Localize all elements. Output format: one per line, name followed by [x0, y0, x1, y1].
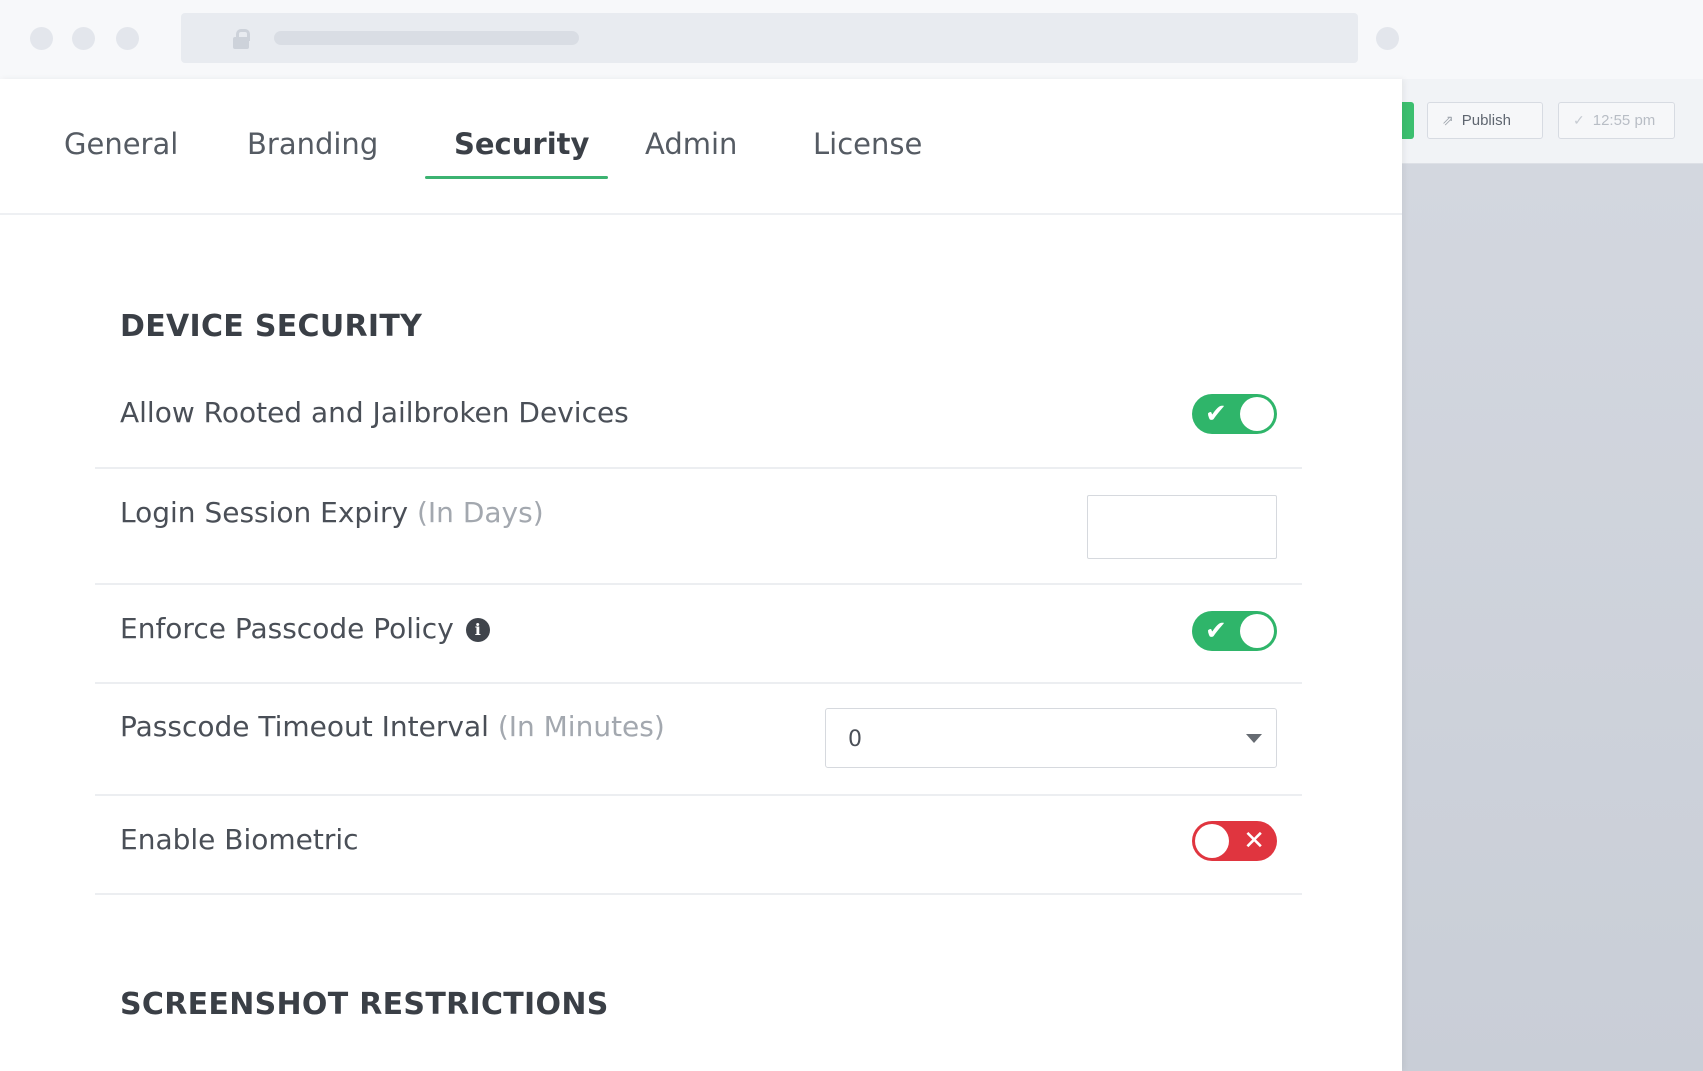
window-maximize-dot[interactable]	[116, 27, 139, 50]
passcode-timeout-select[interactable]: 0	[825, 708, 1277, 768]
info-icon[interactable]: i	[465, 618, 490, 642]
publish-button[interactable]: ⇗ Publish	[1427, 102, 1543, 139]
tab-bar: General Branding Security Admin License	[0, 79, 1402, 215]
tab-general[interactable]: General	[64, 127, 178, 167]
url-placeholder	[274, 31, 579, 45]
settings-panel: General Branding Security Admin License …	[0, 79, 1402, 1071]
session-expiry-hint: (In Days)	[416, 496, 544, 529]
tab-security[interactable]: Security	[454, 127, 589, 167]
check-icon: ✔	[1205, 399, 1227, 429]
window-close-dot[interactable]	[30, 27, 53, 50]
session-expiry-row: Login Session Expiry (In Days)	[95, 469, 1302, 585]
saved-time-label: 12:55 pm	[1592, 112, 1656, 129]
publish-label: Publish	[1461, 112, 1511, 129]
allow-rooted-row: Allow Rooted and Jailbroken Devices ✔	[95, 369, 1302, 469]
toggle-knob	[1240, 614, 1274, 648]
tab-branding[interactable]: Branding	[247, 127, 378, 167]
close-icon: ✕	[1243, 826, 1265, 856]
session-expiry-label: Login Session Expiry (In Days)	[120, 496, 544, 529]
tab-license[interactable]: License	[813, 127, 922, 167]
session-expiry-text: Login Session Expiry	[120, 496, 409, 529]
enforce-passcode-text: Enforce Passcode Policy	[120, 612, 454, 645]
biometric-label: Enable Biometric	[120, 823, 359, 856]
check-icon: ✔	[1205, 616, 1227, 646]
biometric-row: Enable Biometric ✕	[95, 796, 1302, 895]
passcode-timeout-label: Passcode Timeout Interval (In Minutes)	[120, 710, 665, 743]
address-bar[interactable]	[181, 13, 1358, 63]
biometric-toggle[interactable]: ✕	[1192, 821, 1277, 861]
passcode-timeout-text: Passcode Timeout Interval	[120, 710, 489, 743]
browser-chrome	[0, 0, 1703, 79]
saved-time-button[interactable]: ✓ 12:55 pm	[1558, 102, 1675, 139]
passcode-timeout-row: Passcode Timeout Interval (In Minutes) 0	[95, 684, 1302, 796]
allow-rooted-label: Allow Rooted and Jailbroken Devices	[120, 396, 629, 429]
enforce-passcode-label: Enforce Passcode Policy i	[120, 612, 490, 645]
check-icon: ✓	[1573, 112, 1585, 128]
toggle-knob	[1195, 824, 1229, 858]
active-tab-indicator	[425, 176, 608, 179]
enforce-passcode-row: Enforce Passcode Policy i ✔	[95, 585, 1302, 684]
tab-admin[interactable]: Admin	[645, 127, 737, 167]
background-app	[1390, 79, 1703, 1071]
enforce-passcode-toggle[interactable]: ✔	[1192, 611, 1277, 651]
toggle-knob	[1240, 397, 1274, 431]
lock-icon	[233, 29, 250, 49]
allow-rooted-toggle[interactable]: ✔	[1192, 394, 1277, 434]
background-green-button[interactable]	[1400, 102, 1414, 139]
share-icon: ⇗	[1442, 112, 1454, 128]
passcode-timeout-value: 0	[848, 727, 862, 752]
screenshot-restrictions-heading: SCREENSHOT RESTRICTIONS	[120, 987, 609, 1022]
passcode-timeout-hint: (In Minutes)	[497, 710, 665, 743]
browser-menu-dot[interactable]	[1376, 27, 1399, 50]
session-expiry-input[interactable]	[1087, 495, 1277, 559]
device-security-heading: DEVICE SECURITY	[120, 309, 423, 344]
window-minimize-dot[interactable]	[72, 27, 95, 50]
chevron-down-icon	[1246, 734, 1262, 743]
